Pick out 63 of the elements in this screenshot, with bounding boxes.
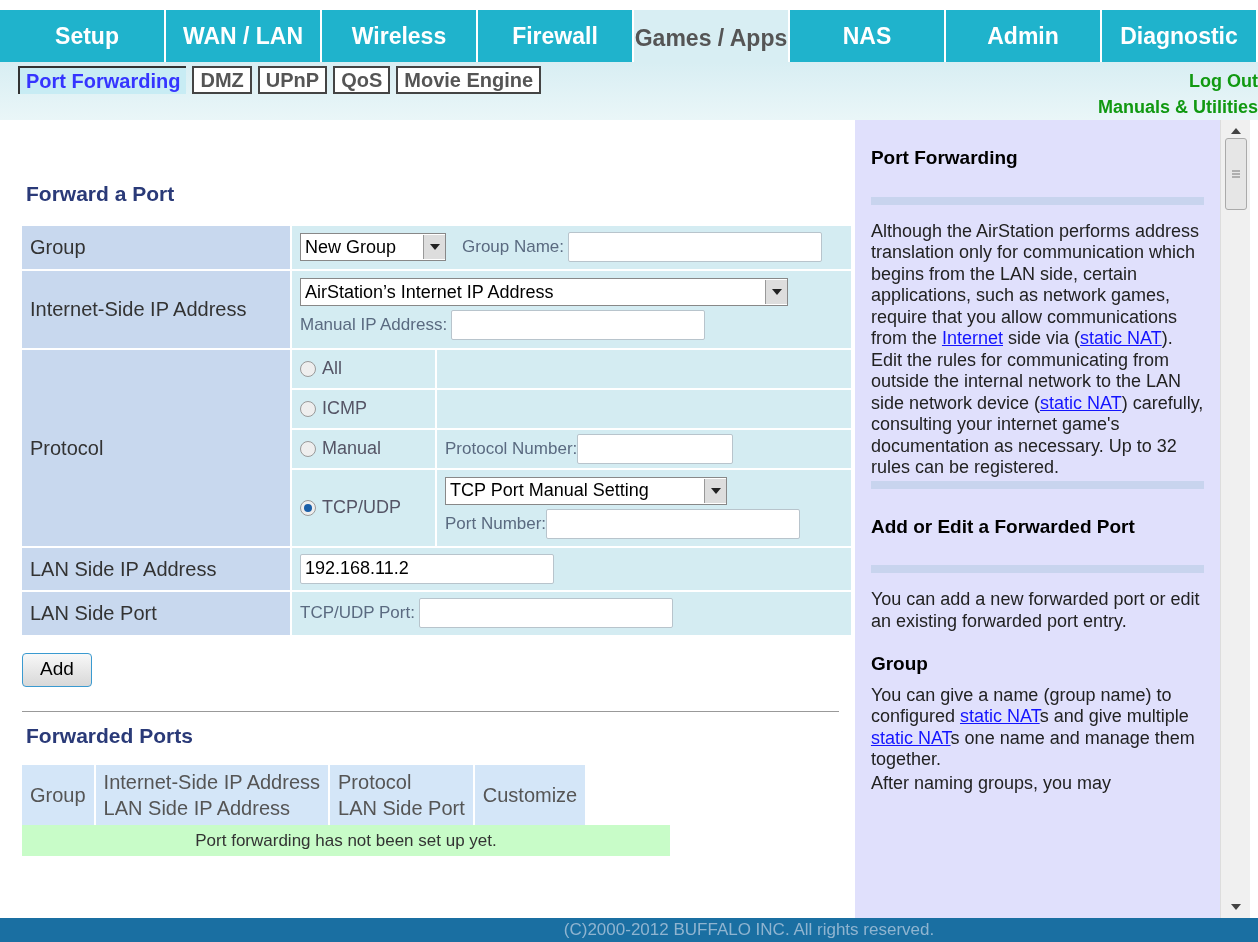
- form-label: Group: [22, 225, 290, 269]
- dropdown[interactable]: AirStation’s Internet IP Address: [300, 278, 788, 306]
- help-link[interactable]: static NAT: [1080, 328, 1162, 348]
- header-link[interactable]: Log Out: [1189, 68, 1258, 94]
- field-label: Group Name:: [462, 236, 565, 259]
- radio-label: All: [322, 357, 342, 380]
- radio-button[interactable]: [300, 360, 316, 377]
- input-field[interactable]: [418, 598, 673, 628]
- column-header: Group: [22, 765, 94, 825]
- radio-label: TCP/UDP: [322, 496, 401, 519]
- sub-tab[interactable]: Movie Engine: [396, 66, 542, 94]
- radio-label: ICMP: [322, 397, 367, 420]
- help-link[interactable]: static NAT: [1040, 392, 1122, 413]
- input-field[interactable]: [451, 310, 706, 340]
- header-link[interactable]: Manuals & Utilities: [1097, 94, 1258, 120]
- input-field[interactable]: 192.168.11.2: [300, 553, 554, 584]
- help-paragraph: You can give a name (group name) to configured static NATs and give multiple static NATs one name and manage them together.: [870, 684, 1196, 771]
- caret-icon: [423, 235, 445, 259]
- field-label: Port Number:: [445, 512, 547, 535]
- sub-tab[interactable]: QoS: [333, 66, 391, 94]
- column-header: Customize: [474, 765, 586, 825]
- scroll-up-icon[interactable]: [1230, 128, 1241, 134]
- help-link[interactable]: static NAT: [960, 706, 1040, 726]
- column-header: Internet-Side IP Address LAN Side IP Address: [95, 765, 329, 825]
- dropdown[interactable]: TCP Port Manual Setting: [445, 476, 727, 505]
- field-label: Manual IP Address:: [300, 314, 448, 337]
- scrollbar-thumb[interactable]: [1224, 138, 1247, 210]
- add-button[interactable]: Add: [22, 652, 92, 687]
- radio-button[interactable]: [300, 440, 316, 457]
- form-label: Protocol: [22, 349, 290, 546]
- section-title: Forward a Port: [26, 181, 176, 207]
- help-paragraph: You can add a new forwarded port or edit an existing forwarded port entry.: [870, 589, 1201, 632]
- help-heading: Group: [870, 652, 929, 676]
- column-header: Protocol LAN Side Port: [330, 765, 473, 825]
- input-field[interactable]: [546, 508, 801, 539]
- field-label: TCP/UDP Port:: [300, 602, 415, 625]
- caret-icon: [765, 280, 787, 304]
- help-link[interactable]: Internet: [941, 328, 1003, 348]
- dropdown[interactable]: New Group: [300, 233, 446, 261]
- main-tab[interactable]: Games / Apps: [634, 10, 790, 62]
- scroll-down-icon[interactable]: [1230, 904, 1241, 910]
- input-field[interactable]: [577, 433, 734, 464]
- empty-table-message: Port forwarding has not been set up yet.: [22, 825, 670, 856]
- help-paragraph: After naming groups, you may: [870, 772, 1113, 794]
- caret-icon: [704, 478, 726, 503]
- radio-button[interactable]: [300, 400, 316, 417]
- form-label: Internet-Side IP Address: [22, 270, 290, 348]
- radio-button[interactable]: [300, 499, 316, 516]
- input-field[interactable]: [568, 232, 823, 262]
- form-label: LAN Side Port: [22, 591, 290, 635]
- field-label: Protocol Number:: [445, 437, 578, 460]
- section-title: Forwarded Ports: [26, 722, 194, 749]
- radio-label: Manual: [322, 437, 382, 460]
- scrollbar[interactable]: [1220, 120, 1250, 918]
- help-heading: Add or Edit a Forwarded Port: [870, 514, 1136, 539]
- copyright-text: (C)2000-2012 BUFFALO INC. All rights reserved.: [563, 919, 935, 942]
- sub-tab[interactable]: Port Forwarding: [18, 66, 187, 94]
- sub-tab[interactable]: UPnP: [257, 66, 328, 94]
- help-heading: Port Forwarding: [870, 146, 1019, 170]
- form-label: LAN Side IP Address: [22, 547, 290, 590]
- help-paragraph: Although the AirStation performs address translation only for communication which begins from the LAN side, certain applications, such as network games, require that you allow communications from the Internet side via (static NAT). Edit the rules for communicating from outside the internal network to the LAN side network device (static NAT) carefully, consulting your internet game's documentation as necessary. Up to 32 rules can be registered.: [870, 220, 1205, 479]
- help-link[interactable]: static NAT: [870, 727, 951, 748]
- sub-tab[interactable]: DMZ: [192, 66, 252, 94]
